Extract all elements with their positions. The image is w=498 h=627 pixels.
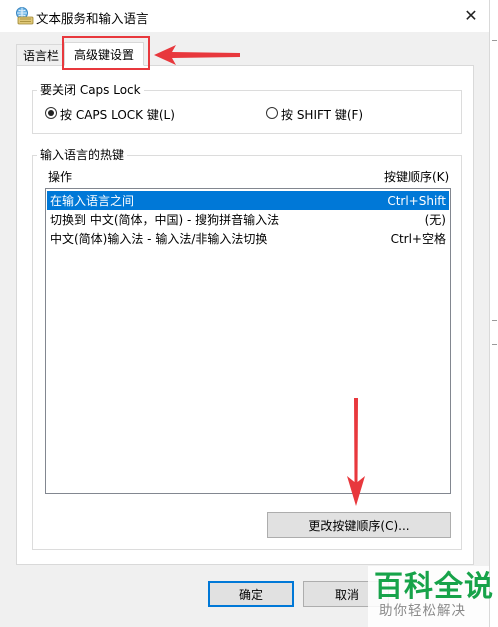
ok-button[interactable]: 确定	[208, 581, 294, 607]
caps-lock-group-title: 要关闭 Caps Lock	[37, 81, 144, 98]
keyboard-globe-icon	[16, 7, 34, 25]
hotkey-action: 切换到 中文(简体，中国) - 搜狗拼音输入法	[50, 213, 280, 227]
hotkey-list[interactable]: 在输入语言之间 Ctrl+Shift 切换到 中文(简体，中国) - 搜狗拼音输…	[45, 188, 451, 494]
hotkeys-group-title: 输入语言的热键	[37, 146, 128, 163]
caps-lock-key-label[interactable]: 按 CAPS LOCK 键(L)	[60, 106, 175, 123]
window-title: 文本服务和输入语言	[36, 11, 149, 26]
tab-advanced-key-settings[interactable]: 高级键设置	[64, 42, 144, 66]
hotkey-keys: (无)	[424, 213, 446, 227]
hotkey-action: 中文(简体)输入法 - 输入法/非输入法切换	[50, 232, 268, 246]
watermark-tagline: 助你轻松解决	[379, 603, 466, 619]
annotation-arrow-left-icon	[154, 45, 240, 65]
list-item[interactable]: 中文(简体)输入法 - 输入法/非输入法切换 Ctrl+空格	[47, 229, 449, 248]
shift-key-radio[interactable]	[266, 107, 278, 119]
close-icon: ✕	[464, 5, 478, 25]
change-key-sequence-button[interactable]: 更改按键顺序(C)...	[267, 512, 451, 538]
list-item[interactable]: 切换到 中文(简体，中国) - 搜狗拼音输入法 (无)	[47, 210, 449, 229]
tab-language-bar[interactable]: 语言栏	[16, 44, 66, 66]
close-button[interactable]: ✕	[452, 0, 490, 30]
shift-key-label[interactable]: 按 SHIFT 键(F)	[281, 106, 363, 123]
list-item[interactable]: 在输入语言之间 Ctrl+Shift	[47, 191, 449, 210]
column-header-key-sequence: 按键顺序(K)	[384, 170, 450, 184]
hotkey-keys: Ctrl+Shift	[387, 193, 446, 208]
hotkey-keys: Ctrl+空格	[390, 232, 446, 246]
background-window-edge	[489, 0, 498, 627]
hotkey-action: 在输入语言之间	[50, 194, 135, 208]
caps-lock-key-radio[interactable]	[45, 107, 57, 119]
annotation-arrow-down-icon	[347, 398, 365, 506]
column-header-action: 操作	[48, 170, 73, 184]
